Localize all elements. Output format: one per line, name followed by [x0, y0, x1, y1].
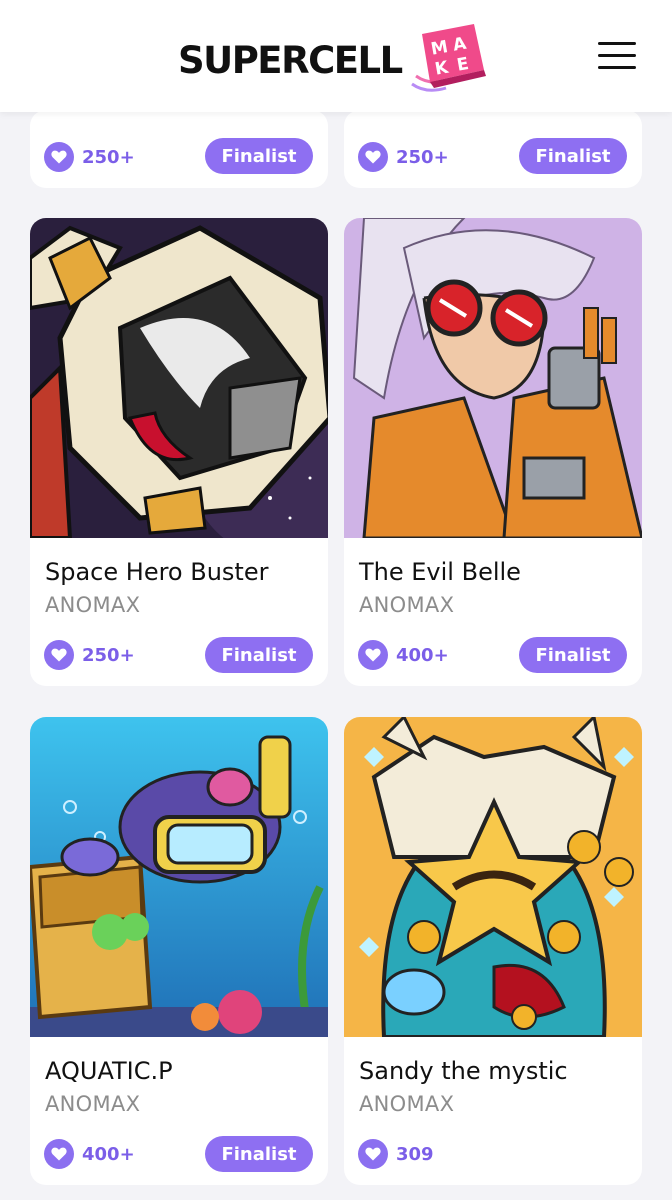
heart-icon	[358, 1139, 388, 1169]
finalist-badge[interactable]: Finalist	[205, 138, 313, 174]
like-button[interactable]: 250+	[358, 141, 449, 173]
entry-card-space-hero-buster[interactable]: Space Hero Buster ANOMAX 250+ Finalist	[30, 218, 328, 686]
likes-count: 250+	[82, 644, 135, 666]
likes-count: 400+	[82, 1143, 135, 1165]
brand-name: SUPERCELL	[178, 39, 403, 82]
like-button[interactable]: 400+	[358, 639, 449, 671]
site-header: SUPERCELL M A K E	[0, 0, 672, 112]
entry-title[interactable]: Sandy the mystic	[359, 1057, 568, 1085]
heart-icon	[44, 1139, 74, 1169]
menu-bar	[598, 42, 636, 45]
like-button[interactable]: 250+	[44, 639, 135, 671]
entry-card-partial-left[interactable]: 250+ Finalist	[30, 110, 328, 188]
finalist-badge[interactable]: Finalist	[205, 1136, 313, 1172]
entry-card-partial-right[interactable]: 250+ Finalist	[344, 110, 642, 188]
like-button[interactable]: 250+	[44, 141, 135, 173]
entry-author[interactable]: ANOMAX	[45, 1092, 140, 1116]
menu-bar	[598, 66, 636, 69]
make-badge-icon: M A K E	[406, 24, 494, 94]
likes-count: 250+	[396, 146, 449, 168]
artwork-image[interactable]	[30, 218, 328, 538]
entry-author[interactable]: ANOMAX	[359, 1092, 454, 1116]
entry-author[interactable]: ANOMAX	[359, 593, 454, 617]
likes-count: 309	[396, 1143, 434, 1165]
entry-card-the-evil-belle[interactable]: The Evil Belle ANOMAX 400+ Finalist	[344, 218, 642, 686]
entry-card-aquatic-p[interactable]: AQUATIC.P ANOMAX 400+ Finalist	[30, 717, 328, 1185]
artwork-image[interactable]	[344, 717, 642, 1037]
entry-title[interactable]: AQUATIC.P	[45, 1057, 173, 1085]
artwork-image[interactable]	[344, 218, 642, 538]
like-button[interactable]: 400+	[44, 1138, 135, 1170]
entry-title[interactable]: The Evil Belle	[359, 558, 521, 586]
heart-icon	[358, 142, 388, 172]
finalist-badge[interactable]: Finalist	[519, 637, 627, 673]
finalist-badge[interactable]: Finalist	[205, 637, 313, 673]
artwork-image[interactable]	[30, 717, 328, 1037]
heart-icon	[358, 640, 388, 670]
entry-author[interactable]: ANOMAX	[45, 593, 140, 617]
likes-count: 400+	[396, 644, 449, 666]
hamburger-menu-icon[interactable]	[598, 40, 640, 72]
heart-icon	[44, 142, 74, 172]
likes-count: 250+	[82, 146, 135, 168]
make-badge-letter-m: M	[429, 37, 449, 60]
entry-title[interactable]: Space Hero Buster	[45, 558, 268, 586]
entry-card-sandy-the-mystic[interactable]: Sandy the mystic ANOMAX 309	[344, 717, 642, 1185]
finalist-badge[interactable]: Finalist	[519, 138, 627, 174]
like-button[interactable]: 309	[358, 1138, 434, 1170]
heart-icon	[44, 640, 74, 670]
menu-bar	[598, 54, 636, 57]
